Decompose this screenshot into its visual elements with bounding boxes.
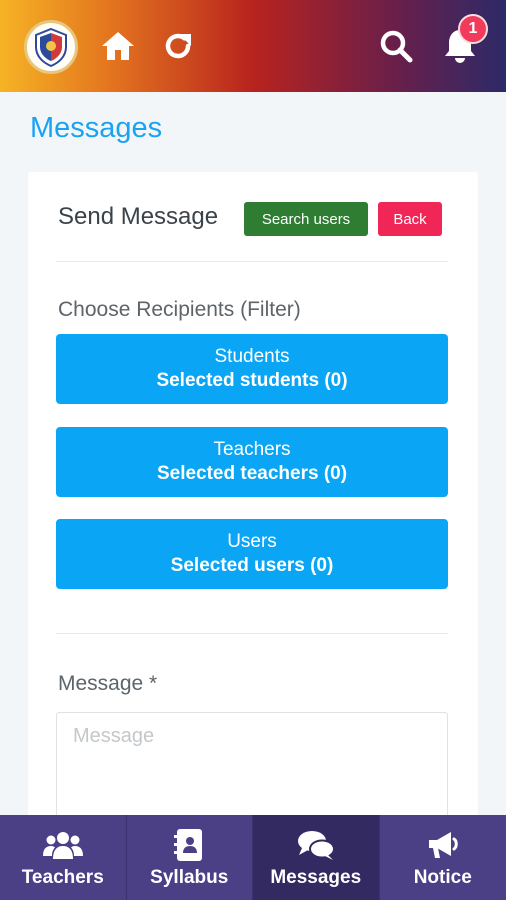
search-icon (380, 30, 413, 63)
school-crest-icon[interactable] (24, 20, 78, 74)
send-message-card: Send Message Search users Back Choose Re… (28, 172, 478, 852)
divider (56, 261, 448, 262)
nav-syllabus[interactable]: Syllabus (127, 815, 253, 900)
refresh-icon (165, 33, 191, 59)
teachers-recipient-button[interactable]: Teachers Selected teachers (0) (56, 427, 448, 497)
home-icon (102, 32, 134, 60)
send-message-title: Send Message (58, 203, 219, 230)
users-icon (42, 831, 83, 859)
page-title: Messages (30, 112, 163, 144)
recipient-label: Students (214, 346, 290, 367)
users-recipient-button[interactable]: Users Selected users (0) (56, 519, 448, 589)
divider (56, 633, 448, 634)
top-bar: 1 (0, 0, 506, 92)
message-label: Message * (58, 672, 158, 695)
app-root: 1 Messages Send Message Search users Bac… (0, 0, 506, 900)
recipient-label: Users (227, 531, 277, 552)
contact-book-icon (174, 828, 203, 861)
home-button[interactable] (98, 26, 138, 66)
bottom-nav: Teachers Syllabus Messages Notice (0, 815, 506, 900)
nav-teachers[interactable]: Teachers (0, 815, 127, 900)
nav-messages[interactable]: Messages (253, 815, 380, 900)
megaphone-icon (428, 831, 458, 858)
recipient-selected-count: Selected users (0) (170, 555, 334, 576)
nav-label: Notice (413, 866, 472, 888)
refresh-button[interactable] (158, 26, 198, 66)
choose-recipients-label: Choose Recipients (Filter) (58, 298, 301, 321)
search-button[interactable] (376, 26, 416, 66)
back-button[interactable]: Back (378, 202, 442, 236)
recipient-label: Teachers (213, 439, 291, 460)
recipient-selected-count: Selected students (0) (156, 370, 348, 391)
recipient-selected-count: Selected teachers (0) (156, 463, 348, 484)
search-users-button[interactable]: Search users (244, 202, 368, 236)
nav-notice[interactable]: Notice (380, 815, 506, 900)
chat-bubbles-icon (297, 830, 335, 860)
nav-label: Syllabus (150, 866, 229, 888)
nav-label: Teachers (21, 866, 104, 888)
nav-label: Messages (270, 866, 362, 888)
notification-badge[interactable]: 1 (458, 14, 488, 44)
students-recipient-button[interactable]: Students Selected students (0) (56, 334, 448, 404)
